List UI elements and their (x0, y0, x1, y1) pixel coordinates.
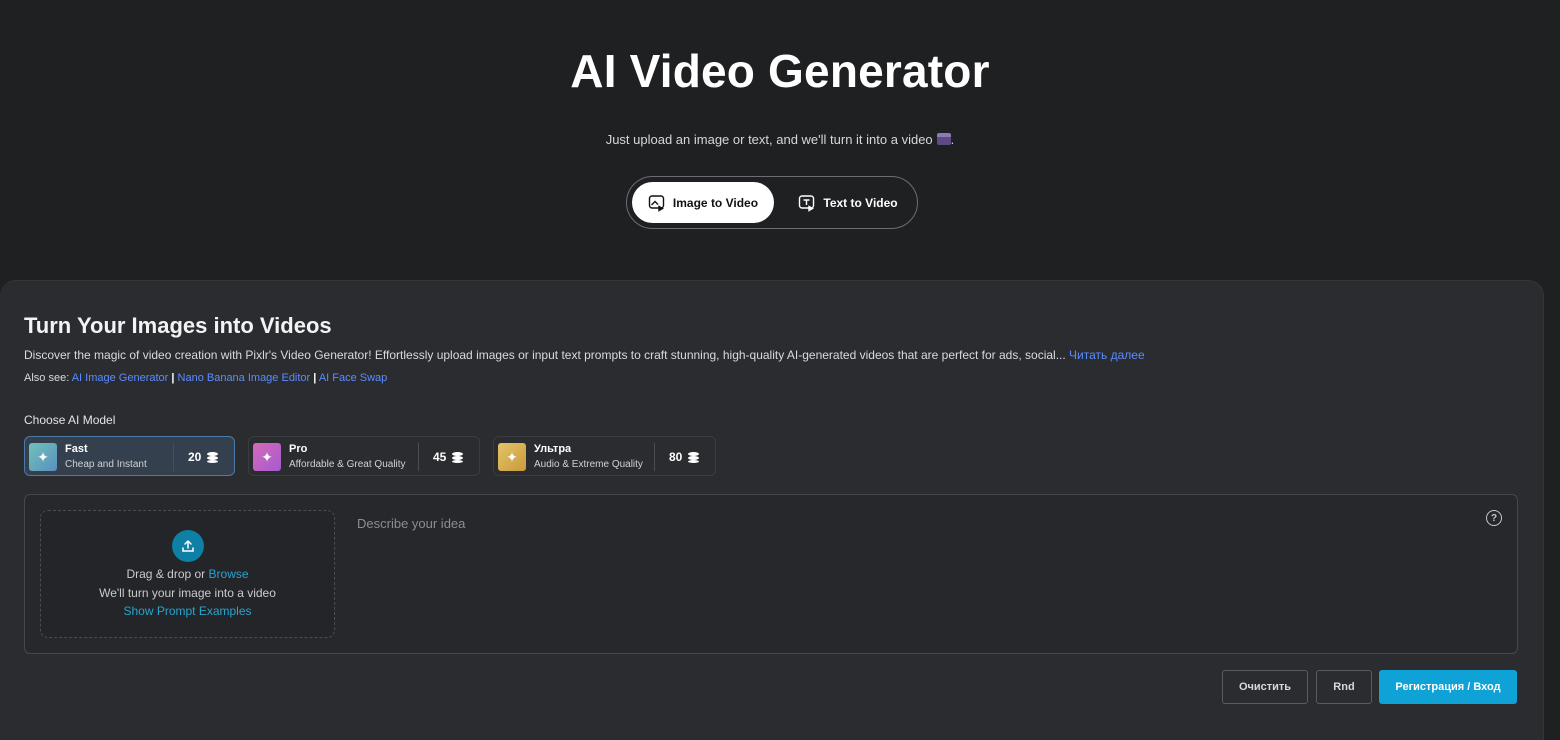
clapperboard-icon (936, 133, 951, 145)
model-card-ultra[interactable]: ✦ Ультра Audio & Extreme Quality 80 (493, 436, 716, 476)
text-to-video-icon (799, 194, 815, 212)
separator: | (313, 372, 317, 384)
model-subtitle: Cheap and Instant (65, 459, 147, 470)
coins-icon (688, 451, 700, 463)
also-see: Also see: AI Image Generator | Nano Bana… (24, 372, 387, 384)
tab-image-to-video-label: Image to Video (672, 195, 759, 210)
divider (418, 443, 419, 471)
upload-hint: We'll turn your image into a video (99, 586, 276, 600)
model-subtitle: Audio & Extreme Quality (534, 459, 643, 470)
prompt-box: Drag & drop or Browse We'll turn your im… (24, 494, 1518, 654)
generator-panel: Turn Your Images into Videos Discover th… (0, 280, 1544, 740)
model-cost-value: 45 (433, 450, 447, 464)
mode-switch: Image to Video Text to Video (626, 176, 918, 229)
prompt-input[interactable] (357, 513, 1457, 533)
panel-title: Turn Your Images into Videos (24, 313, 332, 338)
model-name: Pro (289, 443, 308, 455)
tab-text-to-video[interactable]: Text to Video (787, 182, 909, 223)
model-name: Ультра (534, 443, 572, 455)
upload-instruction: Drag & drop or Browse (41, 567, 334, 581)
nano-banana-link[interactable]: Nano Banana Image Editor (178, 372, 311, 384)
clear-button[interactable]: Очистить (1222, 670, 1308, 704)
model-cost: 80 (669, 450, 700, 464)
tab-text-to-video-label: Text to Video (823, 195, 898, 210)
separator: | (171, 372, 175, 384)
model-card-fast[interactable]: ✦ Fast Cheap and Instant 20 (24, 436, 235, 476)
upload-dropzone[interactable]: Drag & drop or Browse We'll turn your im… (40, 510, 335, 638)
divider (654, 443, 655, 471)
model-cost: 20 (188, 450, 219, 464)
model-subtitle: Affordable & Great Quality (289, 459, 406, 470)
page-title: AI Video Generator (570, 45, 990, 97)
browse-link[interactable]: Browse (209, 567, 249, 581)
panel-description: Discover the magic of video creation wit… (24, 348, 1145, 362)
coins-icon (452, 451, 464, 463)
random-button[interactable]: Rnd (1316, 670, 1372, 704)
subtitle-end: . (950, 132, 955, 147)
show-prompt-examples-link[interactable]: Show Prompt Examples (41, 604, 334, 618)
model-name: Fast (65, 443, 88, 455)
divider (173, 443, 174, 471)
login-button[interactable]: Регистрация / Вход (1379, 670, 1517, 704)
model-cost-value: 80 (669, 450, 683, 464)
description-text: Discover the magic of video creation wit… (24, 348, 1070, 362)
subtitle-text: Just upload an image or text, and we'll … (605, 132, 933, 147)
upload-text: Drag & drop or (126, 567, 209, 581)
hero-section: AI Video Generator Just upload an image … (0, 0, 1560, 280)
sparkle-icon: ✦ (29, 443, 57, 471)
tab-image-to-video[interactable]: Image to Video (632, 182, 774, 223)
choose-model-label: Choose AI Model (24, 413, 116, 427)
coins-icon (207, 451, 219, 463)
upload-icon[interactable] (172, 530, 204, 562)
page-subtitle: Just upload an image or text, and we'll … (0, 132, 1560, 147)
model-cost-value: 20 (188, 450, 202, 464)
ai-face-swap-link[interactable]: AI Face Swap (319, 372, 387, 384)
also-see-label: Also see: (24, 372, 72, 384)
image-to-video-icon (648, 194, 665, 212)
model-card-pro[interactable]: ✦ Pro Affordable & Great Quality 45 (248, 436, 480, 476)
read-more-link[interactable]: Читать далее (1069, 348, 1145, 362)
model-cost: 45 (433, 450, 464, 464)
sparkle-icon: ✦ (498, 443, 526, 471)
help-icon[interactable]: ? (1486, 510, 1502, 526)
ai-image-generator-link[interactable]: AI Image Generator (72, 372, 169, 384)
sparkle-icon: ✦ (253, 443, 281, 471)
